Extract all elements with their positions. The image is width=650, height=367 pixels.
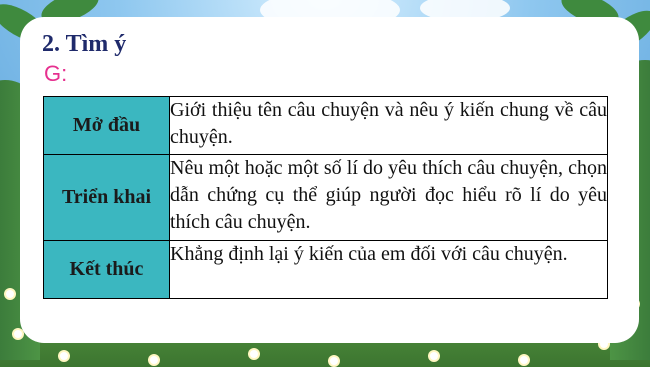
outline-table: Mở đầu Giới thiệu tên câu chuyện và nêu … xyxy=(43,96,608,299)
table-row: Mở đầu Giới thiệu tên câu chuyện và nêu … xyxy=(43,96,608,155)
section-content: Giới thiệu tên câu chuyện và nêu ý kiến … xyxy=(169,96,608,155)
flower-decoration xyxy=(60,352,68,360)
section-content: Khẳng định lại ý kiến của em đối với câu… xyxy=(169,240,608,299)
table-row: Triển khai Nêu một hoặc một số lí do yêu… xyxy=(43,154,608,241)
section-label: Kết thúc xyxy=(43,240,170,299)
slide-title: 2. Tìm ý xyxy=(42,31,127,57)
flower-decoration xyxy=(14,330,22,338)
table-row: Kết thúc Khẳng định lại ý kiến của em đố… xyxy=(43,240,608,299)
flower-decoration xyxy=(6,290,14,298)
flower-decoration xyxy=(150,356,158,364)
section-content: Nêu một hoặc một số lí do yêu thích câu … xyxy=(169,154,608,241)
slide-subtitle: G: xyxy=(44,61,68,86)
section-label: Mở đầu xyxy=(43,96,170,155)
flower-decoration xyxy=(430,352,438,360)
flower-decoration xyxy=(330,357,338,365)
section-label: Triển khai xyxy=(43,154,170,241)
flower-decoration xyxy=(520,356,528,364)
flower-decoration xyxy=(250,350,258,358)
